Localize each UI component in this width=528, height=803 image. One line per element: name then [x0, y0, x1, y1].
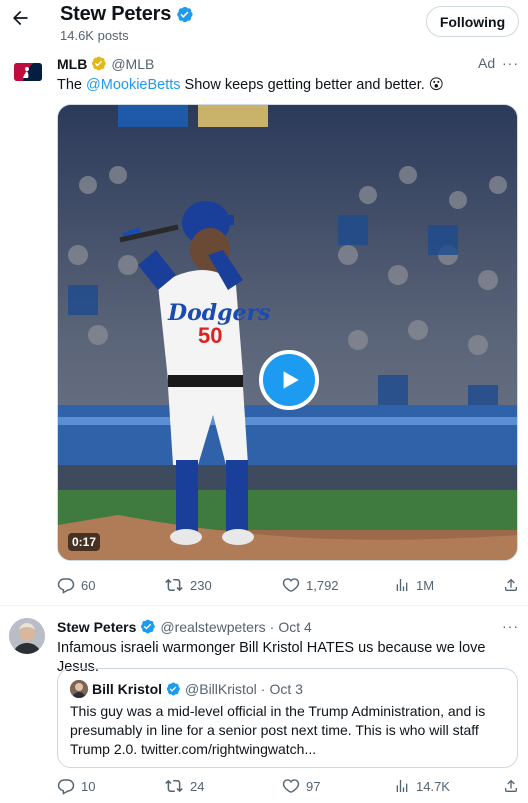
tweet-text-part: Show keeps getting better and better. 😮	[180, 77, 444, 93]
views-button[interactable]: 14.7K	[394, 777, 450, 795]
play-icon	[283, 371, 299, 389]
mention-link[interactable]: @MookieBetts	[86, 77, 181, 93]
repost-count: 24	[190, 778, 205, 794]
share-icon	[505, 578, 517, 591]
reply-count: 60	[81, 577, 96, 593]
quote-text: This guy was a mid-level official in the…	[70, 703, 486, 757]
video-duration: 0:17	[68, 533, 101, 551]
post-count: 14.6K posts	[60, 28, 129, 43]
quote-date: Oct 3	[269, 681, 303, 697]
views-count: 1M	[416, 577, 435, 593]
heart-icon	[282, 578, 300, 592]
reply-icon	[57, 578, 75, 594]
views-chart-icon	[396, 780, 408, 792]
avatar[interactable]	[9, 618, 45, 654]
repost-icon	[165, 779, 183, 793]
page-title: Stew Peters	[60, 3, 194, 26]
quoted-tweet[interactable]: Bill Kristol @BillKristol · Oct 3 This g…	[57, 668, 518, 768]
like-button[interactable]: 1,792	[282, 576, 339, 594]
verified-gold-badge-icon	[92, 56, 107, 71]
video-player[interactable]: Dodgers 50 0:17	[57, 104, 518, 561]
repost-count: 230	[190, 577, 212, 593]
like-count: 1,792	[306, 577, 339, 593]
separator-dot: ·	[260, 681, 266, 697]
tweet-header: MLB @MLB	[57, 55, 154, 72]
share-icon	[505, 779, 517, 792]
separator-dot: ·	[269, 618, 275, 635]
tweet-date[interactable]: Oct 4	[278, 619, 311, 635]
share-button[interactable]	[503, 576, 519, 594]
back-button[interactable]	[8, 6, 32, 30]
reply-button[interactable]: 60	[57, 576, 95, 594]
author-handle[interactable]: @realstewpeters	[160, 619, 265, 635]
views-chart-icon	[396, 579, 408, 591]
avatar-image	[9, 618, 45, 654]
profile-header: Stew Peters 14.6K posts Following	[0, 0, 528, 45]
profile-name-text: Stew Peters	[60, 3, 172, 25]
quote-header: Bill Kristol @BillKristol · Oct 3	[92, 681, 303, 697]
author-name[interactable]: MLB	[57, 56, 87, 72]
mlb-logo[interactable]	[14, 63, 42, 81]
share-button[interactable]	[503, 777, 519, 795]
quote-author-name: Bill Kristol	[92, 681, 163, 697]
tweet-mlb-ad[interactable]: MLB @MLB Ad ··· The @MookieBetts Show ke…	[0, 45, 528, 606]
reply-count: 10	[81, 778, 96, 794]
tweet-stew-peters[interactable]: Stew Peters @realstewpeters · Oct 4 ··· …	[0, 606, 528, 803]
ad-label: Ad	[478, 55, 496, 71]
quote-author-handle: @BillKristol	[185, 681, 257, 697]
like-count: 97	[306, 778, 321, 794]
more-options-button[interactable]: ···	[502, 55, 519, 71]
quote-avatar-image	[70, 680, 88, 698]
tweet-text-part: The	[57, 77, 87, 93]
video-thumbnail: Dodgers 50	[58, 105, 517, 560]
author-handle[interactable]: @MLB	[111, 56, 154, 72]
play-button[interactable]	[259, 350, 319, 410]
back-arrow-icon	[13, 10, 28, 26]
quote-avatar	[70, 680, 88, 698]
repost-button[interactable]: 230	[164, 576, 212, 594]
reply-button[interactable]: 10	[57, 777, 95, 795]
views-count: 14.7K	[416, 778, 450, 794]
more-options-button[interactable]: ···	[502, 618, 519, 634]
views-button[interactable]: 1M	[394, 576, 434, 594]
verified-badge-icon	[177, 6, 193, 23]
jersey-number: 50	[198, 323, 222, 348]
tweet-text: The @MookieBetts Show keeps getting bett…	[57, 76, 444, 95]
like-button[interactable]: 97	[282, 777, 320, 795]
verified-badge-icon	[166, 682, 180, 696]
heart-icon	[282, 779, 300, 793]
verified-badge-icon	[141, 619, 156, 634]
reply-icon	[57, 779, 75, 795]
tweet-header: Stew Peters @realstewpeters · Oct 4	[57, 618, 312, 635]
repost-button[interactable]: 24	[164, 777, 204, 795]
following-button[interactable]: Following	[426, 6, 519, 37]
author-name[interactable]: Stew Peters	[57, 619, 136, 635]
repost-icon	[165, 578, 183, 592]
